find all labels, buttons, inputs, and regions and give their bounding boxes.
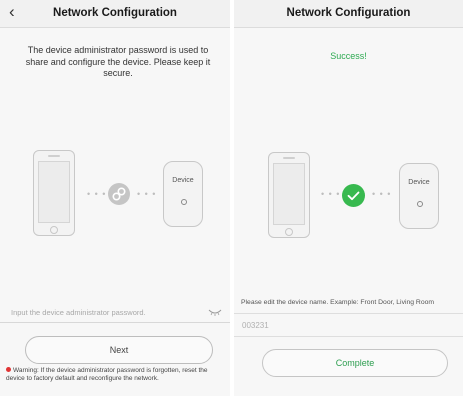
header: Network Configuration — [234, 0, 463, 28]
password-placeholder: Input the device administrator password. — [11, 308, 146, 317]
warning-text: Warning: If the device administrator pas… — [6, 367, 208, 382]
success-message: Success! — [330, 51, 367, 61]
device-name-input[interactable]: 003231 — [234, 313, 463, 337]
eye-closed-icon[interactable] — [208, 308, 222, 316]
device-illustration: Device — [163, 161, 203, 227]
right-screen: Network Configuration Success! • • • • •… — [234, 0, 463, 396]
link-icon — [108, 183, 130, 205]
edit-name-instruction: Please edit the device name. Example: Fr… — [241, 299, 435, 306]
phone-illustration — [33, 150, 75, 236]
left-screen: ‹ Network Configuration The device admin… — [0, 0, 230, 396]
instruction-text: The device administrator password is use… — [25, 45, 211, 78]
device-label: Device — [408, 179, 430, 186]
password-field[interactable]: Input the device administrator password. — [0, 303, 230, 323]
check-icon — [342, 184, 365, 207]
warning-icon — [6, 367, 11, 372]
page-title: Network Configuration — [53, 7, 177, 19]
phone-illustration — [268, 152, 310, 238]
device-name-value: 003231 — [242, 321, 269, 330]
warning-message: Warning: If the device administrator pas… — [6, 367, 220, 383]
connection-dots: • • • — [372, 189, 392, 199]
connection-dots: • • • — [87, 189, 107, 199]
connection-dots: • • • — [321, 189, 341, 199]
complete-button[interactable]: Complete — [262, 349, 448, 377]
header: ‹ Network Configuration — [0, 0, 230, 28]
next-button[interactable]: Next — [25, 336, 213, 364]
connection-dots: • • • — [137, 189, 157, 199]
page-title: Network Configuration — [286, 7, 411, 19]
device-label: Device — [172, 177, 194, 184]
device-illustration: Device — [399, 163, 439, 229]
